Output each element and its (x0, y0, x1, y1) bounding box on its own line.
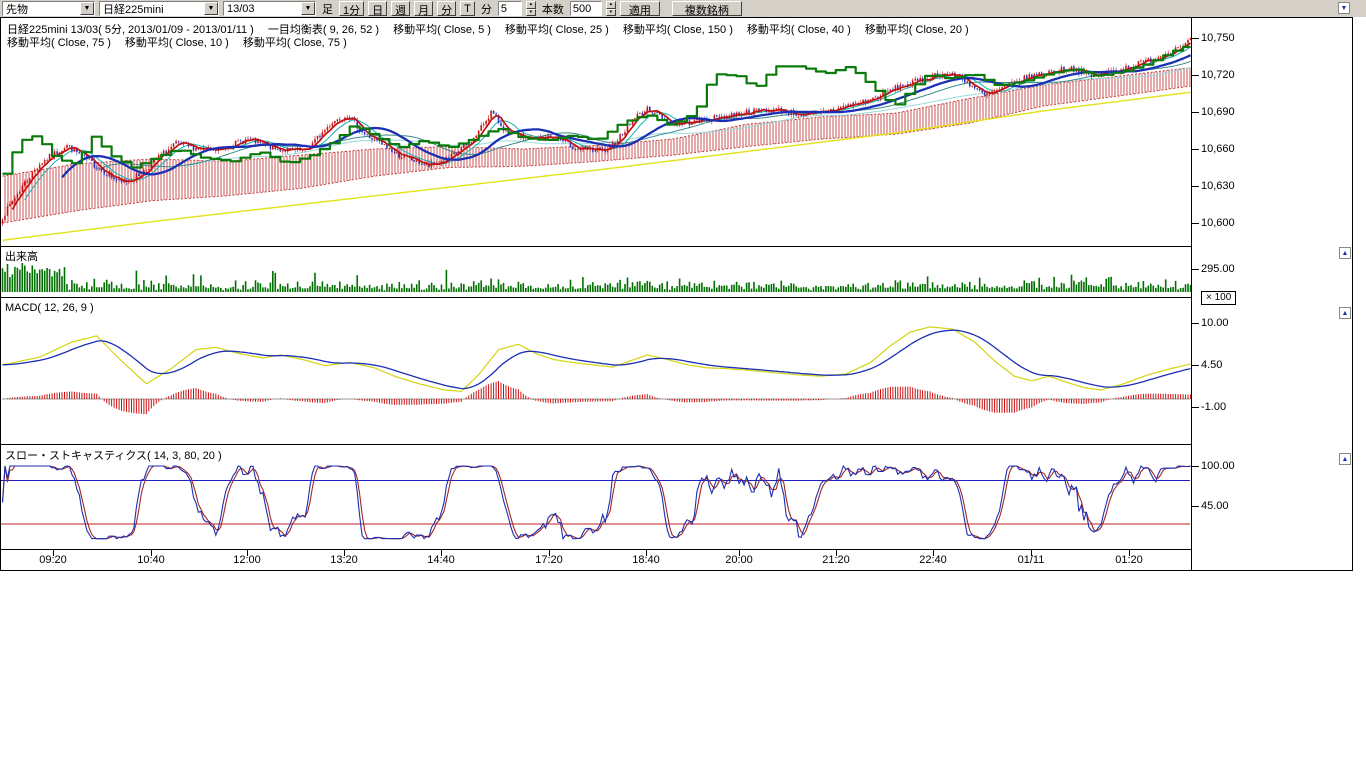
ichimoku-cloud (3, 68, 1191, 223)
minute-input[interactable] (498, 1, 522, 16)
market-select[interactable]: 先物 ▼ (2, 1, 95, 16)
apply-button[interactable]: 適用 (620, 1, 660, 16)
stochastics-panel[interactable] (1, 466, 1191, 539)
time-axis-label: 09:20 (39, 554, 67, 566)
time-axis-label: 01:20 (1115, 554, 1143, 566)
time-axis-label: 13:20 (330, 554, 358, 566)
spin-up-icon[interactable]: ▴ (606, 1, 616, 9)
stoch-axis-label: 45.00 (1201, 500, 1229, 512)
symbol-select[interactable]: 日経225mini ▼ (99, 1, 219, 16)
time-axis-label: 18:40 (632, 554, 660, 566)
multi-symbol-button[interactable]: 複数銘柄 (672, 1, 742, 16)
period-button-minute[interactable]: 分 (437, 1, 456, 16)
indicator-label-ma75: 移動平均( Close, 75 ) (7, 34, 111, 50)
time-axis-label: 10:40 (137, 554, 165, 566)
dropdown-arrow-icon[interactable]: ▼ (80, 2, 94, 15)
period-button-month[interactable]: 月 (414, 1, 433, 16)
macd-axis-label: -1.00 (1201, 401, 1226, 413)
time-axis-label: 12:00 (233, 554, 261, 566)
indicator-label-ma5: 移動平均( Close, 5 ) (393, 21, 491, 37)
macd-panel-title: MACD( 12, 26, 9 ) (5, 302, 94, 314)
macd-panel[interactable] (2, 327, 1191, 415)
stoch-panel-title: スロー・ストキャスティクス( 14, 3, 80, 20 ) (5, 447, 222, 463)
time-axis-label: 20:00 (725, 554, 753, 566)
contract-select-value: 13/03 (224, 3, 258, 15)
bars-label: 本数 (542, 1, 564, 17)
indicator-label-ma20: 移動平均( Close, 20 ) (865, 21, 969, 37)
toolbar: 先物 ▼ 日経225mini ▼ 13/03 ▼ 足 1分 日 週 月 分 T … (0, 0, 1366, 17)
volume-axis-label: 295.00 (1201, 263, 1235, 275)
price-axis-label: 10,690 (1201, 106, 1235, 118)
volume-panel[interactable] (2, 263, 1192, 292)
price-axis-label: 10,720 (1201, 69, 1235, 81)
pane-scroll-up-button[interactable]: ▲ (1339, 247, 1351, 259)
minute-unit-label: 分 (481, 1, 492, 17)
period-button-week[interactable]: 週 (391, 1, 410, 16)
time-axis-label: 21:20 (822, 554, 850, 566)
time-axis-label: 17:20 (535, 554, 563, 566)
chart-header-line2: 移動平均( Close, 75 ) 移動平均( Close, 10 ) 移動平均… (7, 34, 347, 50)
period-button-day[interactable]: 日 (368, 1, 387, 16)
pane-scroll-up-button[interactable]: ▲ (1339, 453, 1351, 465)
spin-down-icon[interactable]: ▾ (526, 9, 536, 17)
period-button-tick[interactable]: T (460, 1, 475, 16)
volume-multiplier-badge: × 100 (1201, 291, 1236, 305)
indicator-label-ma75b: 移動平均( Close, 75 ) (243, 34, 347, 50)
bars-input[interactable] (570, 1, 602, 16)
period-button-1min[interactable]: 1分 (339, 1, 364, 16)
spin-up-icon[interactable]: ▴ (526, 1, 536, 9)
indicator-label-ma25: 移動平均( Close, 25 ) (505, 21, 609, 37)
scroll-down-button[interactable]: ▼ (1338, 2, 1350, 14)
pane-scroll-up-button[interactable]: ▲ (1339, 307, 1351, 319)
time-axis-label: 01/11 (1018, 554, 1045, 566)
price-axis-label: 10,630 (1201, 180, 1235, 192)
bars-spinner[interactable]: ▴▾ (606, 1, 616, 16)
dropdown-arrow-icon[interactable]: ▼ (301, 2, 315, 15)
spin-down-icon[interactable]: ▾ (606, 9, 616, 17)
contract-select[interactable]: 13/03 ▼ (223, 1, 316, 16)
chart-area: 日経225mini 13/03( 5分, 2013/01/09 - 2013/0… (0, 17, 1353, 571)
stoch-axis-label: 100.00 (1201, 460, 1235, 472)
price-panel[interactable] (2, 37, 1192, 240)
indicator-label-ma10: 移動平均( Close, 10 ) (125, 34, 229, 50)
volume-panel-title: 出来高 (5, 248, 38, 264)
minute-spinner[interactable]: ▴▾ (526, 1, 536, 16)
price-axis-label: 10,600 (1201, 217, 1235, 229)
macd-axis-label: 10.00 (1201, 317, 1229, 329)
macd-axis-label: 4.50 (1201, 359, 1222, 371)
dropdown-arrow-icon[interactable]: ▼ (204, 2, 218, 15)
symbol-select-value: 日経225mini (100, 1, 167, 17)
price-axis-label: 10,750 (1201, 32, 1235, 44)
price-axis-label: 10,660 (1201, 143, 1235, 155)
indicator-label-ma40: 移動平均( Close, 40 ) (747, 21, 851, 37)
indicator-label-ma150: 移動平均( Close, 150 ) (623, 21, 733, 37)
time-axis-label: 14:40 (427, 554, 455, 566)
time-axis-label: 22:40 (919, 554, 947, 566)
market-select-value: 先物 (3, 1, 31, 17)
ashi-label: 足 (322, 1, 333, 17)
chart-canvas[interactable] (1, 18, 1201, 570)
